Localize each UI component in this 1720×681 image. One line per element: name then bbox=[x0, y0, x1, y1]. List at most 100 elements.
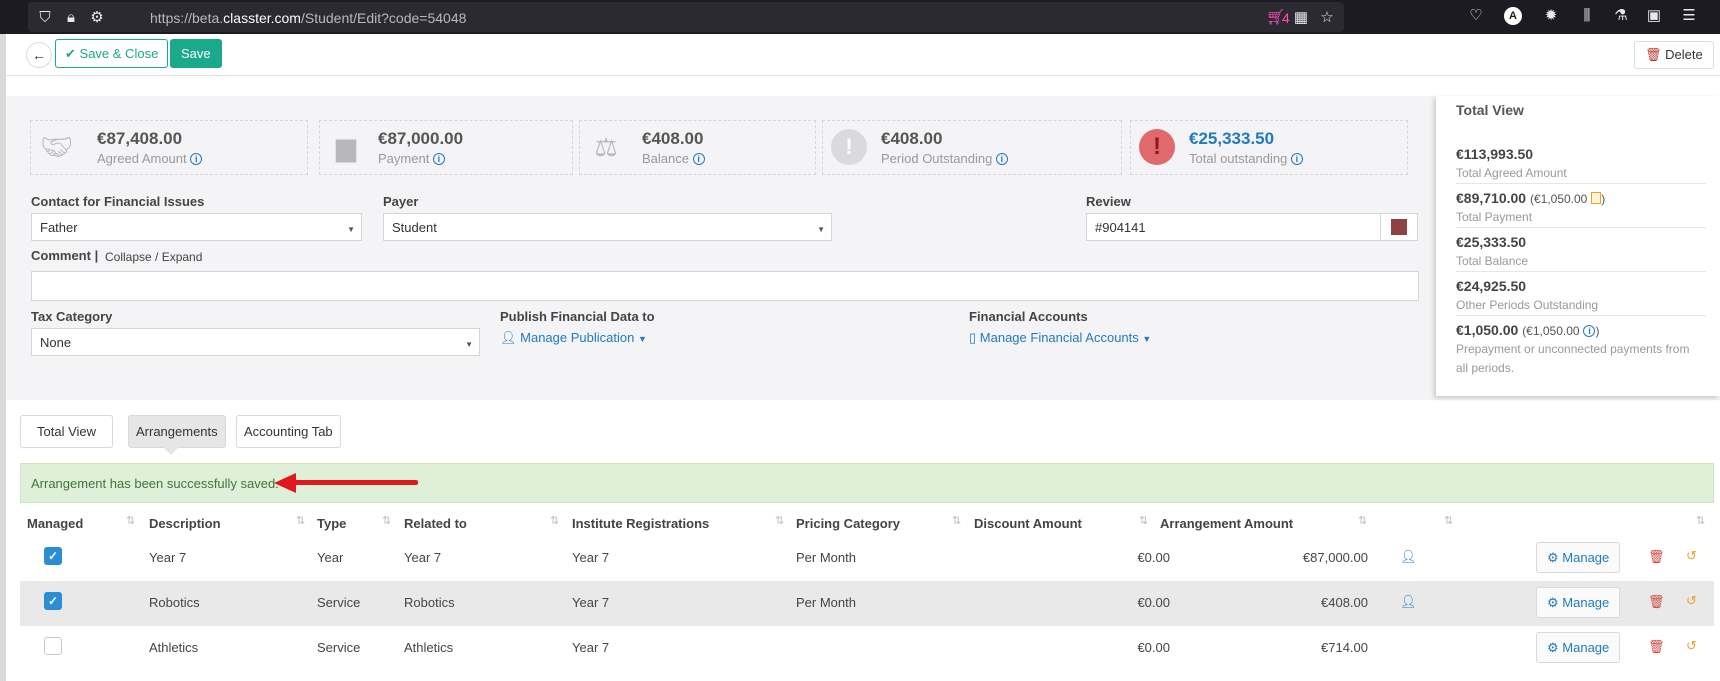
sort-icon[interactable]: ⇅ bbox=[952, 514, 961, 527]
account-icon[interactable]: A bbox=[1504, 7, 1522, 25]
user-check-icon[interactable]: 👤︎ bbox=[1400, 594, 1417, 610]
url-text[interactable]: https://beta.classter.com/Student/Edit?c… bbox=[150, 10, 466, 26]
extension-gear-icon[interactable]: ✹ bbox=[1542, 7, 1560, 25]
review-color-input[interactable]: #904141 bbox=[1086, 213, 1386, 241]
managed-checkbox[interactable]: ✓ bbox=[44, 547, 62, 565]
history-icon[interactable]: ↺ bbox=[1686, 593, 1697, 609]
pocket-icon[interactable]: ♡ bbox=[1467, 7, 1485, 25]
shield-icon[interactable]: ⛉ bbox=[36, 9, 54, 27]
table-row: Athletics Service Athletics Year 7 €0.00… bbox=[20, 626, 1714, 671]
document-icon: ▯ bbox=[969, 330, 977, 345]
chevron-down-icon: ▼ bbox=[465, 340, 473, 349]
manage-publication-link[interactable]: 👤︎ Manage Publication ▼ bbox=[500, 330, 647, 346]
col-related-to[interactable]: Related to bbox=[404, 516, 467, 531]
user-icon: 👤︎ bbox=[500, 330, 517, 345]
sort-icon[interactable]: ⇅ bbox=[296, 514, 305, 527]
manage-financial-accounts-link[interactable]: ▯ Manage Financial Accounts ▼ bbox=[969, 330, 1151, 346]
info-icon[interactable]: i bbox=[190, 153, 203, 165]
stat-balance: ⚖︎ €408.00 Balance i bbox=[579, 120, 816, 175]
cell-description: Robotics bbox=[149, 595, 200, 610]
sort-icon[interactable]: ⇅ bbox=[775, 514, 784, 527]
back-button[interactable]: ← bbox=[26, 42, 52, 68]
col-pricing-category[interactable]: Pricing Category bbox=[796, 516, 900, 531]
info-icon[interactable]: i bbox=[1290, 153, 1303, 165]
user-check-icon[interactable]: 👤︎ bbox=[1400, 549, 1417, 565]
total-agreed-amount: €113,993.50 Total Agreed Amount bbox=[1456, 146, 1706, 184]
cell-related: Robotics bbox=[404, 595, 455, 610]
manage-button[interactable]: ⚙︎ Manage bbox=[1536, 587, 1621, 618]
save-close-button[interactable]: ✔ Save & Close bbox=[55, 39, 169, 68]
trash-icon[interactable]: 🗑︎ bbox=[1648, 639, 1665, 655]
cart-icon[interactable]: 🛒︎ bbox=[1266, 9, 1285, 27]
history-icon[interactable]: ↺ bbox=[1686, 638, 1697, 654]
tab-total-view[interactable]: Total View bbox=[20, 415, 114, 448]
manage-button[interactable]: ⚙︎ Manage bbox=[1536, 632, 1621, 663]
history-icon[interactable]: ↺ bbox=[1686, 548, 1697, 564]
tab-arrangements[interactable]: Arrangements bbox=[128, 415, 226, 448]
comment-label: Comment | bbox=[31, 248, 99, 263]
managed-checkbox[interactable] bbox=[44, 637, 62, 655]
menu-icon[interactable]: ☰ bbox=[1680, 7, 1698, 25]
col-managed[interactable]: Managed bbox=[27, 516, 83, 531]
info-icon[interactable]: i bbox=[432, 153, 445, 165]
comment-input[interactable] bbox=[31, 271, 1419, 301]
cell-type: Service bbox=[317, 595, 361, 610]
cell-amount: €714.00 bbox=[1321, 640, 1368, 655]
grid-icon[interactable]: ▦ bbox=[1292, 9, 1310, 27]
handshake-icon: 🤝︎ bbox=[40, 132, 74, 162]
scales-icon: ⚖︎ bbox=[594, 132, 618, 162]
stat-value: €25,333.50 bbox=[1189, 129, 1275, 148]
stat-value: €87,000.00 bbox=[378, 129, 464, 148]
sort-icon[interactable]: ⇅ bbox=[1444, 514, 1453, 527]
payer-select[interactable]: Student ▼ bbox=[383, 213, 832, 241]
manage-button[interactable]: ⚙︎ Manage bbox=[1536, 542, 1621, 573]
permissions-icon[interactable]: ⚙︎ bbox=[88, 9, 106, 27]
cell-registration: Year 7 bbox=[572, 550, 610, 565]
flask-icon[interactable]: ⚗︎ bbox=[1612, 7, 1630, 25]
col-description[interactable]: Description bbox=[149, 516, 221, 531]
tab-accounting[interactable]: Accounting Tab bbox=[236, 415, 341, 448]
stat-label: Period Outstanding bbox=[881, 151, 993, 166]
annotation-arrow bbox=[290, 480, 418, 485]
extensions-icon[interactable]: ▣ bbox=[1645, 7, 1663, 25]
lock-icon[interactable]: 🔒︎ bbox=[62, 9, 80, 27]
sort-icon[interactable]: ⇅ bbox=[1696, 514, 1705, 527]
delete-button[interactable]: 🗑︎ Delete bbox=[1634, 41, 1714, 69]
info-icon[interactable]: i bbox=[995, 153, 1008, 165]
file-icon[interactable] bbox=[1591, 192, 1602, 204]
library-icon[interactable]: ⫼ bbox=[1578, 7, 1596, 25]
contact-select[interactable]: Father ▼ bbox=[31, 213, 362, 241]
trash-icon[interactable]: 🗑︎ bbox=[1648, 549, 1665, 565]
address-bar[interactable]: ⛉ 🔒︎ ⚙︎ https://beta.classter.com/Studen… bbox=[28, 2, 1344, 32]
review-color-picker[interactable] bbox=[1380, 213, 1418, 241]
col-institute-registrations[interactable]: Institute Registrations bbox=[572, 516, 709, 531]
trash-icon: 🗑︎ bbox=[1645, 47, 1662, 62]
col-discount-amount[interactable]: Discount Amount bbox=[974, 516, 1082, 531]
collapse-expand-link[interactable]: Collapse / Expand bbox=[105, 250, 202, 264]
stat-total-outstanding: ! €25,333.50 Total outstanding i bbox=[1130, 120, 1408, 175]
info-icon[interactable]: i bbox=[692, 153, 705, 165]
cell-description: Year 7 bbox=[149, 550, 187, 565]
star-icon[interactable]: ☆ bbox=[1318, 9, 1336, 27]
tax-category-select[interactable]: None ▼ bbox=[31, 328, 480, 356]
col-arrangement-amount[interactable]: Arrangement Amount bbox=[1160, 516, 1293, 531]
sort-icon[interactable]: ⇅ bbox=[550, 514, 559, 527]
chevron-down-icon: ▼ bbox=[817, 225, 825, 234]
managed-checkbox[interactable]: ✓ bbox=[44, 592, 62, 610]
info-icon[interactable]: i bbox=[1583, 325, 1596, 337]
col-type[interactable]: Type bbox=[317, 516, 346, 531]
sort-icon[interactable]: ⇅ bbox=[382, 514, 391, 527]
cogs-icon: ⚙︎ bbox=[1547, 640, 1559, 655]
cell-type: Service bbox=[317, 640, 361, 655]
save-button[interactable]: Save bbox=[170, 39, 222, 68]
sort-icon[interactable]: ⇅ bbox=[1139, 514, 1148, 527]
cogs-icon: ⚙︎ bbox=[1547, 595, 1559, 610]
sort-icon[interactable]: ⇅ bbox=[1358, 514, 1367, 527]
cell-pricing: Per Month bbox=[796, 595, 856, 610]
sort-icon[interactable]: ⇅ bbox=[126, 514, 135, 527]
color-swatch bbox=[1391, 219, 1407, 235]
cell-pricing: Per Month bbox=[796, 550, 856, 565]
trash-icon[interactable]: 🗑︎ bbox=[1648, 594, 1665, 610]
cogs-icon: ⚙︎ bbox=[1547, 550, 1559, 565]
review-value: #904141 bbox=[1095, 220, 1146, 235]
